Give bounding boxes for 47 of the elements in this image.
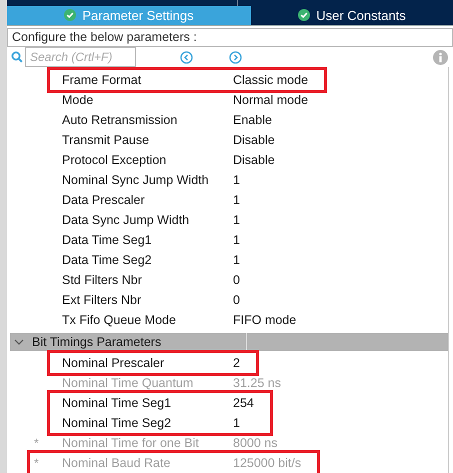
parameter-label: Data Time Seg1 — [62, 232, 153, 249]
check-circle-icon — [64, 9, 76, 22]
check-circle-icon — [298, 9, 310, 22]
parameter-label: Nominal Baud Rate — [62, 454, 172, 472]
parameter-label: Ext Filters Nbr — [62, 292, 142, 309]
parameter-label: Auto Retransmission — [62, 112, 178, 129]
search-icon — [11, 51, 23, 63]
parameter-value[interactable]: 1 — [233, 190, 240, 210]
parameter-label: Nominal Time Quantum — [62, 374, 194, 392]
parameter-label: Tx Fifo Queue Mode — [62, 312, 177, 329]
parameter-label: Nominal Time for one Bit — [62, 434, 200, 452]
parameter-label: Frame Format — [62, 72, 142, 89]
parameter-label: Transmit Pause — [62, 132, 150, 149]
parameter-value[interactable]: 2 — [233, 354, 240, 372]
parameter-label: Protocol Exception — [62, 152, 168, 169]
parameter-label: Nominal Time Seg1 — [62, 394, 172, 412]
parameter-label: Std Filters Nbr — [62, 272, 143, 289]
section-header[interactable]: Bit Timings Parameters — [10, 333, 448, 351]
parameter-value[interactable]: 1 — [233, 414, 240, 432]
parameter-label: Nominal Prescaler — [62, 354, 166, 372]
parameter-label: Nominal Sync Jump Width — [62, 172, 210, 189]
info-icon[interactable] — [433, 50, 448, 64]
parameter-value[interactable]: 1 — [233, 250, 240, 270]
required-marker: * — [34, 435, 39, 452]
tab[interactable]: User Constants — [251, 6, 453, 25]
parameter-value[interactable]: 254 — [233, 394, 254, 412]
parameter-value[interactable]: 0 — [233, 290, 240, 310]
parameter-label: Nominal Time Seg2 — [62, 414, 172, 432]
parameter-label: Data Sync Jump Width — [62, 212, 190, 229]
parameter-value[interactable]: FIFO mode — [233, 310, 296, 330]
parameter-value[interactable]: 1 — [233, 210, 240, 230]
parameter-value[interactable]: Enable — [233, 110, 272, 130]
parameter-label: Mode — [62, 92, 94, 109]
required-marker: * — [34, 455, 39, 472]
parameter-value[interactable]: Classic mode — [233, 70, 308, 90]
parameter-value[interactable]: 1 — [233, 170, 240, 190]
parameter-value[interactable]: Disable — [233, 150, 275, 170]
parameter-label: Data Time Seg2 — [62, 252, 153, 269]
next-icon[interactable] — [229, 50, 242, 64]
parameter-value[interactable]: 0 — [233, 270, 240, 290]
parameter-value[interactable]: Normal mode — [233, 90, 308, 110]
instruction-text: Configure the below parameters : — [12, 29, 197, 46]
previous-icon[interactable] — [180, 50, 193, 64]
parameter-value[interactable]: Disable — [233, 130, 275, 150]
parameter-label: Data Prescaler — [62, 192, 146, 209]
search-field[interactable]: Search (Crtl+F) — [25, 47, 136, 67]
parameter-value[interactable]: 1 — [233, 230, 240, 250]
